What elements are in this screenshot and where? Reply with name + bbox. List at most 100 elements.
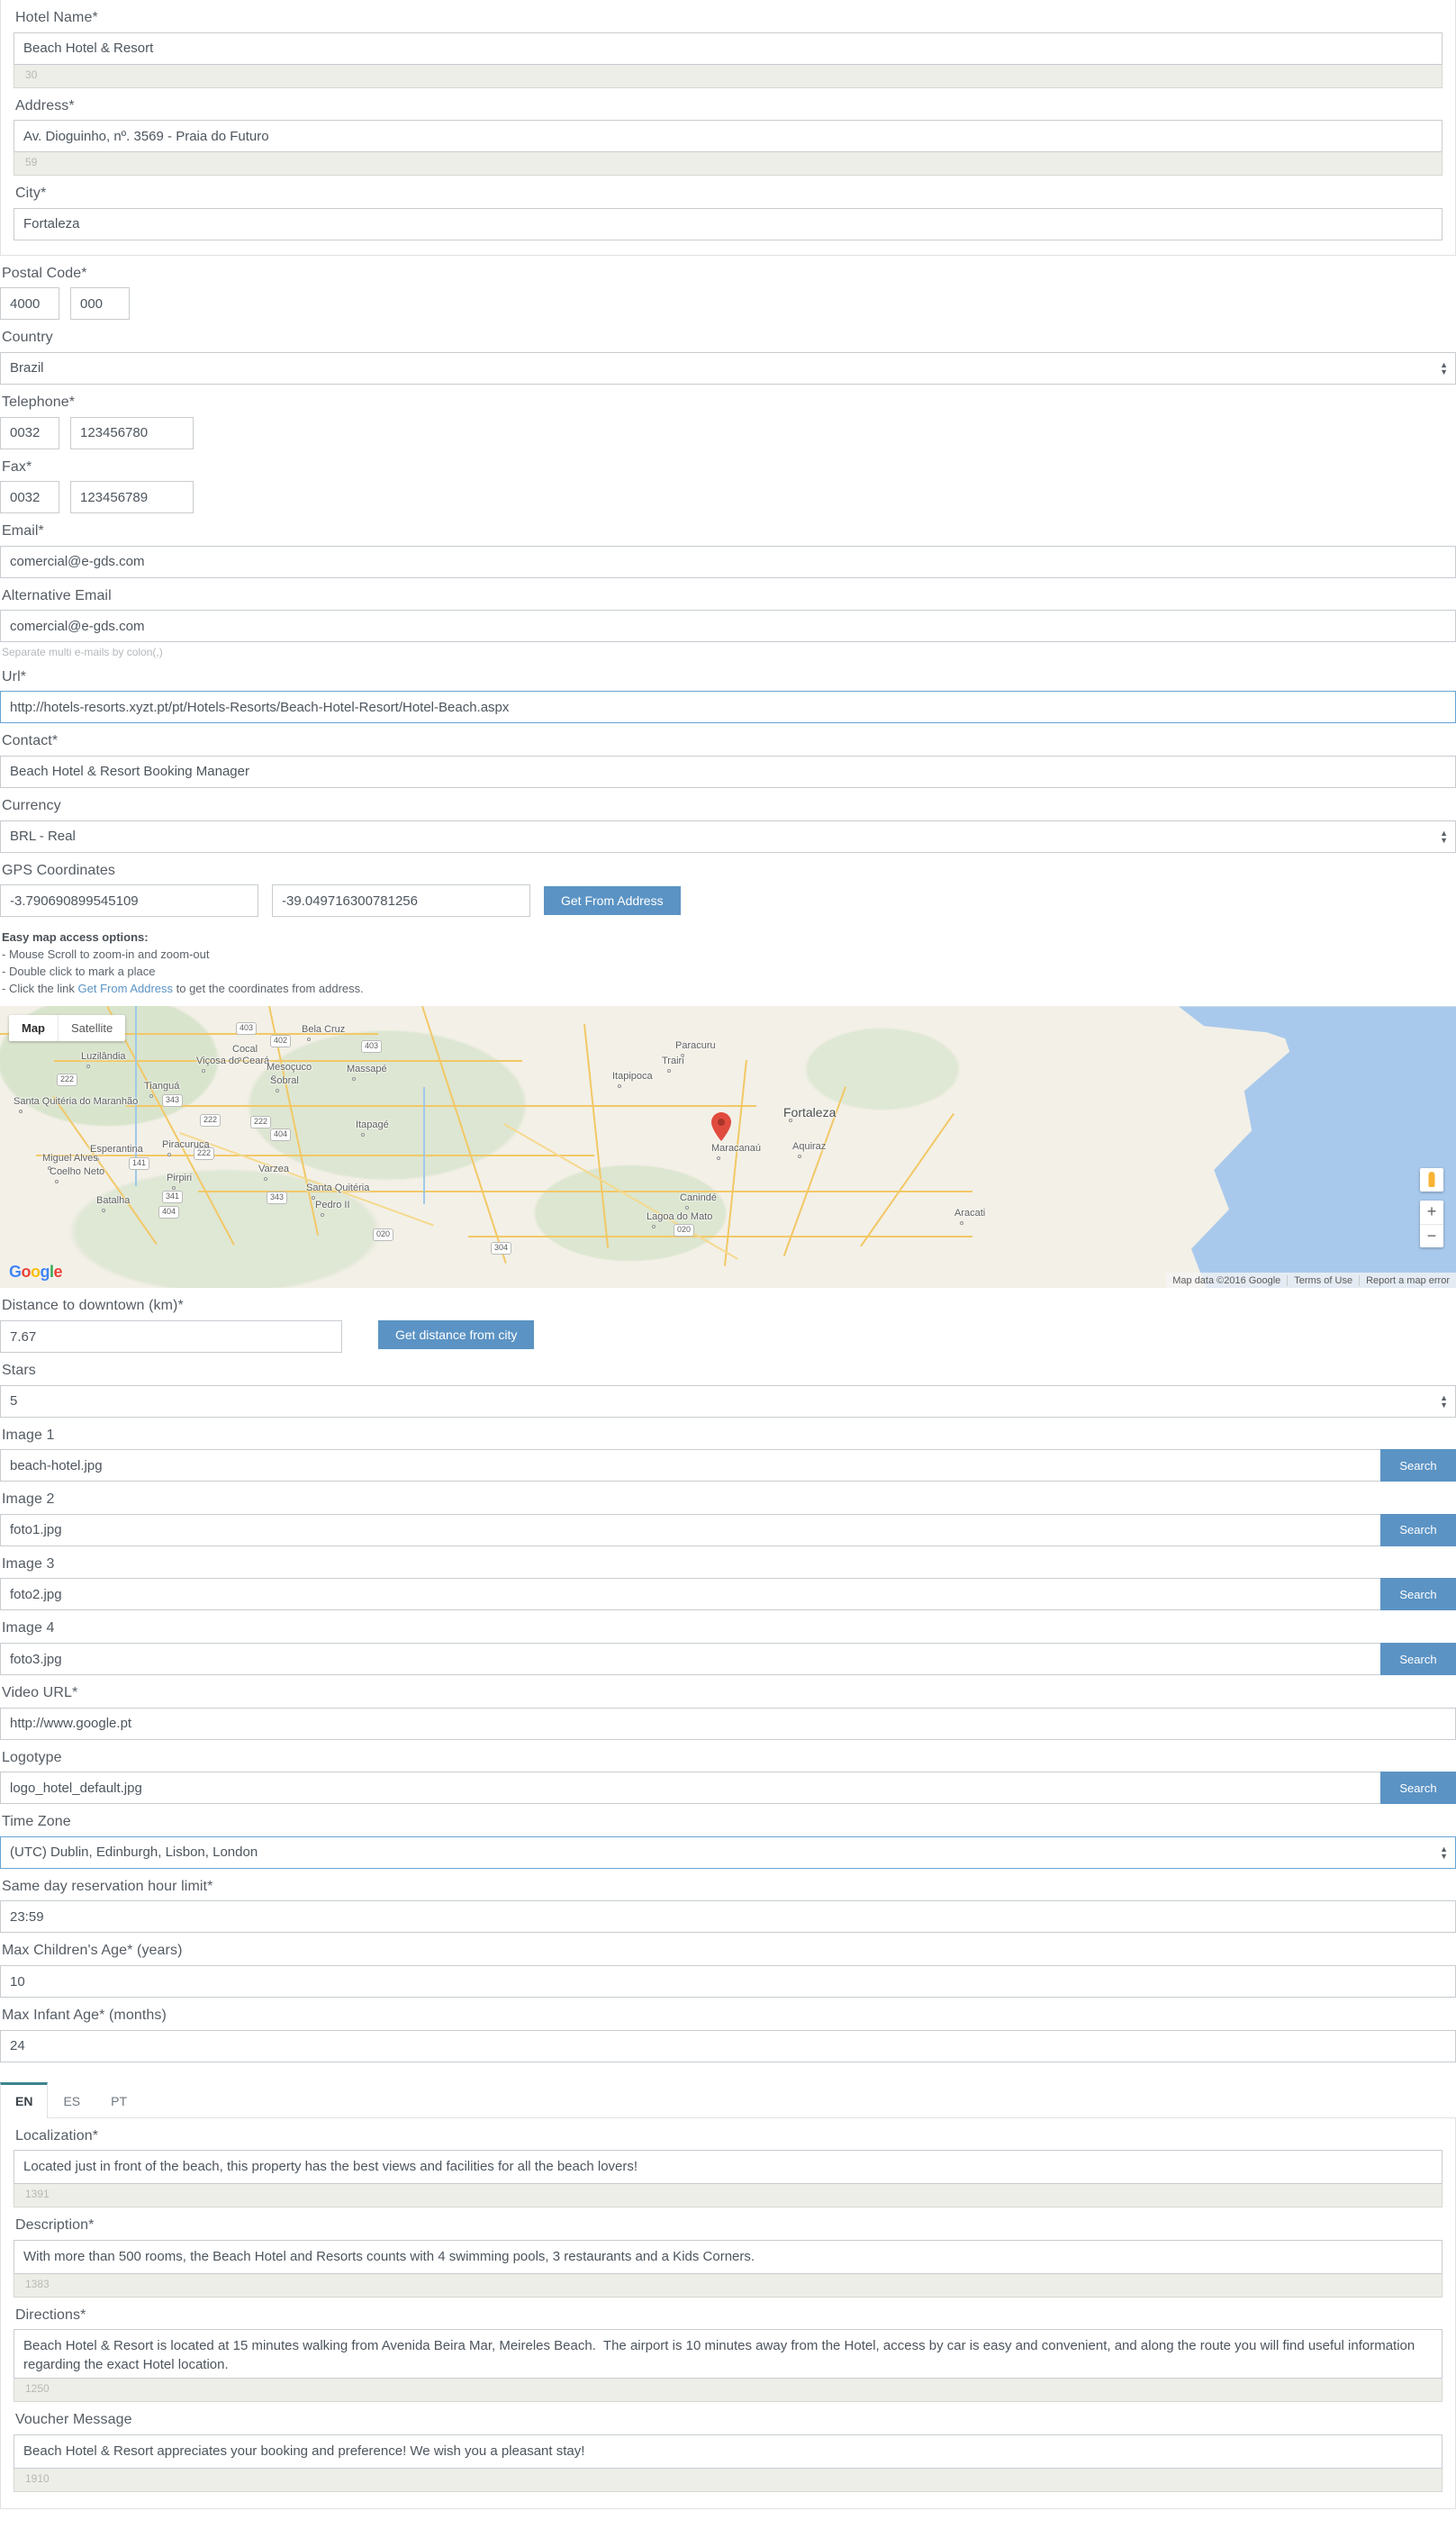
fax-label: Fax*: [2, 458, 32, 475]
map-place-label: Fortaleza: [783, 1105, 837, 1120]
image-input-4[interactable]: [0, 1643, 1456, 1676]
image-search-button-2[interactable]: Search: [1380, 1513, 1456, 1546]
url-input[interactable]: [0, 691, 1456, 724]
max-children-age-field: Max Children's Age* (years): [0, 1933, 1456, 1999]
gps-latitude-input[interactable]: [0, 884, 258, 918]
image-input-2[interactable]: [0, 1513, 1456, 1546]
map-options-title: Easy map access options:: [2, 930, 149, 945]
image-search-button-3[interactable]: Search: [1380, 1578, 1456, 1611]
localization-label: Localization*: [15, 2127, 99, 2144]
contact-input[interactable]: [0, 755, 1456, 788]
directions-textarea[interactable]: Beach Hotel & Resort is located at 15 mi…: [14, 2329, 1442, 2379]
map-type-satellite-button[interactable]: Satellite: [58, 1015, 125, 1042]
image-input-3[interactable]: [0, 1578, 1456, 1611]
image-field-2: Image 2 Search: [0, 1482, 1456, 1546]
gps-longitude-input[interactable]: [272, 884, 530, 918]
description-field: Description* With more than 500 rooms, t…: [14, 2207, 1442, 2298]
address-field: Address* 59: [14, 88, 1442, 177]
google-map[interactable]: Map Satellite Bela Cruz Itapipoca Fortalez…: [0, 1006, 1456, 1289]
localization-textarea[interactable]: Located just in front of the beach, this…: [14, 2150, 1442, 2185]
map-place-label: Canindé: [680, 1192, 717, 1204]
postal-code-input-1[interactable]: [0, 287, 59, 321]
logotype-input[interactable]: [0, 1772, 1456, 1805]
stars-select[interactable]: 5: [0, 1384, 1456, 1418]
gps-label: GPS Coordinates: [2, 862, 116, 878]
currency-select[interactable]: BRL - Real: [0, 820, 1456, 853]
fax-code-input[interactable]: [0, 481, 59, 514]
map-route-shield: 020: [674, 1224, 695, 1237]
max-children-age-label: Max Children's Age* (years): [2, 1943, 183, 1959]
time-zone-select[interactable]: (UTC) Dublin, Edinburgh, Lisbon, London: [0, 1835, 1456, 1869]
logotype-label: Logotype: [2, 1749, 62, 1765]
telephone-field: Telephone*: [0, 385, 1456, 449]
video-url-input[interactable]: [0, 1707, 1456, 1740]
map-place-label: Miguel Alves: [42, 1153, 98, 1165]
telephone-code-input[interactable]: [0, 416, 59, 449]
street-view-pegman-icon[interactable]: [1420, 1168, 1443, 1192]
map-route-shield: 141: [129, 1157, 150, 1170]
map-route-shield: 343: [162, 1094, 184, 1107]
map-place-label: Aquiraz: [792, 1141, 827, 1153]
country-select[interactable]: Brazil: [0, 351, 1456, 385]
map-route-shield: 404: [270, 1128, 292, 1141]
localization-counter: 1391: [14, 2184, 1442, 2208]
map-place-label: Pedro II: [315, 1200, 350, 1211]
map-location-marker[interactable]: [711, 1112, 731, 1142]
map-zoom-controls[interactable]: + −: [1420, 1201, 1443, 1248]
map-route-shield: 304: [491, 1242, 512, 1255]
max-infant-age-input[interactable]: [0, 2029, 1456, 2062]
address-counter: 59: [14, 152, 1442, 177]
directions-label: Directions*: [15, 2307, 86, 2323]
language-tabs[interactable]: EN ES PT: [0, 2081, 1456, 2118]
hotel-name-counter: 30: [14, 64, 1442, 88]
get-from-address-link[interactable]: Get From Address: [78, 982, 173, 995]
voucher-message-textarea[interactable]: Beach Hotel & Resort appreciates your bo…: [14, 2434, 1442, 2469]
hotel-name-input[interactable]: [14, 32, 1442, 65]
map-attribution: Map data ©2016 Google Terms of Use Repor…: [1166, 1273, 1456, 1289]
postal-code-input-2[interactable]: [70, 287, 130, 321]
email-label: Email*: [2, 523, 44, 539]
map-place-label: Pirpiri: [167, 1173, 193, 1184]
alternative-email-input[interactable]: [0, 610, 1456, 643]
map-options-line-3-before: - Click the link: [2, 981, 78, 995]
email-input[interactable]: [0, 545, 1456, 578]
map-controls[interactable]: + −: [1420, 1168, 1443, 1248]
get-distance-from-city-button[interactable]: Get distance from city: [378, 1320, 535, 1350]
description-textarea[interactable]: With more than 500 rooms, the Beach Hote…: [14, 2239, 1442, 2274]
map-type-toggle[interactable]: Map Satellite: [9, 1015, 126, 1042]
tab-es[interactable]: ES: [48, 2082, 95, 2118]
city-input[interactable]: [14, 207, 1442, 240]
telephone-number-input[interactable]: [70, 416, 194, 449]
contact-details-section: Postal Code* Country Brazil ▲▼ Telephone…: [0, 256, 1456, 1007]
map-type-map-button[interactable]: Map: [9, 1015, 58, 1041]
report-map-error-link[interactable]: Report a map error: [1359, 1274, 1456, 1286]
tab-en[interactable]: EN: [0, 2081, 49, 2118]
media-and-settings-section: Video URL* Logotype Search Time Zone (UT…: [0, 1675, 1456, 2062]
image-field-3: Image 3 Search: [0, 1546, 1456, 1611]
zoom-out-button[interactable]: −: [1420, 1224, 1443, 1247]
tab-pt[interactable]: PT: [95, 2082, 142, 2118]
map-route-shield: 404: [158, 1206, 180, 1219]
fax-number-input[interactable]: [70, 481, 194, 514]
image-search-button-4[interactable]: Search: [1380, 1643, 1456, 1676]
image-search-button-1[interactable]: Search: [1380, 1449, 1456, 1482]
map-place-label: Aracati: [954, 1208, 986, 1219]
same-day-limit-label: Same day reservation hour limit*: [2, 1878, 213, 1894]
image-input-1[interactable]: [0, 1449, 1456, 1482]
map-place-label: Santa Quitéria do Maranhão: [14, 1096, 139, 1108]
distance-input[interactable]: [0, 1320, 342, 1354]
same-day-limit-input[interactable]: [0, 1900, 1456, 1934]
currency-label: Currency: [2, 797, 61, 813]
max-children-age-input[interactable]: [0, 1965, 1456, 1999]
terms-of-use-link[interactable]: Terms of Use: [1287, 1274, 1359, 1286]
logotype-search-button[interactable]: Search: [1380, 1772, 1456, 1805]
map-place-label: Batalha: [96, 1195, 131, 1207]
map-place-label: Cocal: [232, 1044, 258, 1056]
city-label: City*: [15, 186, 47, 202]
zoom-in-button[interactable]: +: [1420, 1201, 1443, 1224]
map-route-shield: 222: [250, 1116, 272, 1128]
address-input[interactable]: [14, 120, 1442, 153]
map-place-label: Viçosa do Ceará: [196, 1056, 270, 1067]
get-from-address-button[interactable]: Get From Address: [544, 886, 681, 916]
address-label: Address*: [15, 97, 75, 113]
